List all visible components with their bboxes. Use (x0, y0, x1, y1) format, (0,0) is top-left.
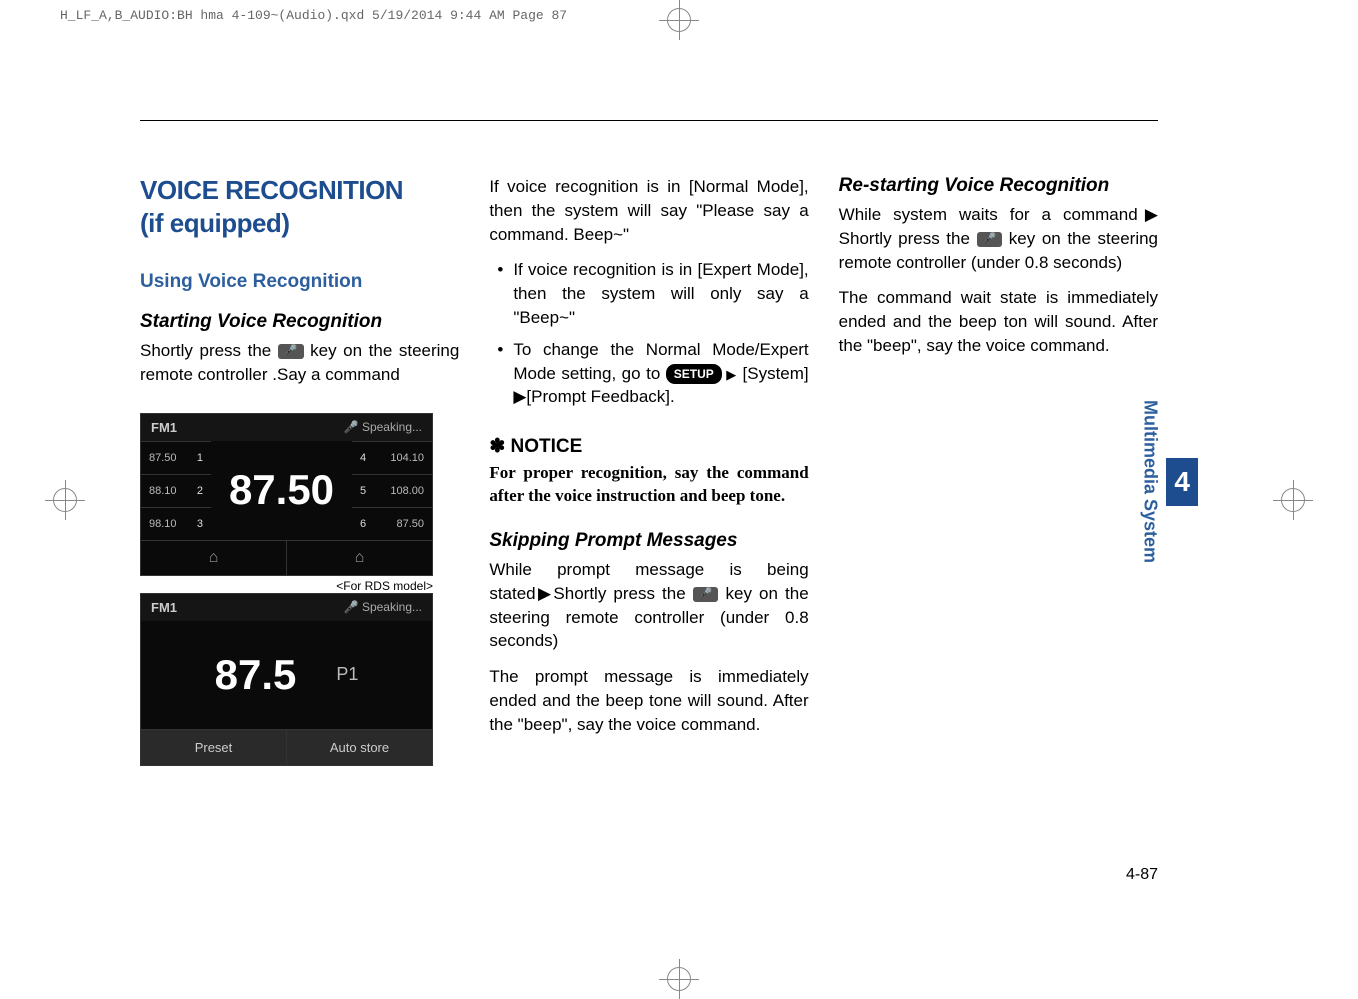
voice-key-icon: 🎤 (693, 587, 719, 602)
para-starting: Shortly press the 🎤 key on the steering … (140, 339, 459, 387)
bullet-change-mode: To change the Normal Mode/Expert Mode se… (489, 338, 808, 409)
rds-caption: <For RDS model> (140, 579, 433, 593)
bullet-expert-mode: If voice recognition is in [Expert Mode]… (489, 258, 808, 329)
setup-button-label: SETUP (666, 364, 722, 385)
horizontal-rule (140, 120, 1158, 121)
preset-cell: 4104.10 (352, 441, 432, 474)
column-1: VOICE RECOGNITION (if equipped) Using Vo… (140, 175, 459, 766)
section-title-line1: VOICE RECOGNITION (140, 175, 459, 206)
para-skipping-1: While prompt message is being stated▶Sho… (489, 558, 808, 653)
radio2-autostore-button: Auto store (287, 730, 432, 765)
chapter-tab: 4 Multimedia System (1133, 390, 1198, 573)
preset-cell: 88.102 (141, 474, 211, 507)
section-title-line2: (if equipped) (140, 208, 459, 239)
radio2-frequency: 87.5 (215, 651, 297, 699)
radio1-footer-icon-2: ⌂ (287, 541, 432, 575)
preset-cell: 5108.00 (352, 474, 432, 507)
radio1-footer-icon-1: ⌂ (141, 541, 287, 575)
radio1-left-presets: 87.501 88.102 98.103 (141, 441, 211, 540)
radio2-band: FM1 (151, 600, 177, 615)
radio1-main-frequency: 87.50 (211, 456, 352, 524)
para-normal-mode: If voice recognition is in [Normal Mode]… (489, 175, 808, 246)
crop-circle-top (667, 8, 691, 32)
radio2-speaking: 🎤 Speaking... (344, 600, 422, 614)
preset-cell: 98.103 (141, 507, 211, 540)
radio1-right-presets: 4104.10 5108.00 687.50 (352, 441, 432, 540)
radio-screenshot-1: FM1 🎤 Speaking... 87.501 88.102 98.103 8… (140, 413, 433, 576)
heading-skipping: Skipping Prompt Messages (489, 530, 808, 552)
para-restarting-1: While system waits for a command▶ Shortl… (839, 203, 1158, 274)
heading-starting-voice: Starting Voice Recognition (140, 311, 459, 333)
page-number: 4-87 (1126, 866, 1158, 884)
radio2-preset-button: Preset (141, 730, 287, 765)
preset-cell: 87.501 (141, 441, 211, 474)
radio1-speaking: 🎤 Speaking... (344, 420, 422, 434)
column-2: If voice recognition is in [Normal Mode]… (489, 175, 808, 766)
preset-cell: 687.50 (352, 507, 432, 540)
voice-key-icon: 🎤 (278, 344, 304, 359)
chapter-label: Multimedia System (1133, 390, 1166, 573)
notice-body: For proper recognition, say the command … (489, 462, 808, 508)
notice-star-icon: ✽ (489, 436, 505, 457)
para-starting-pre: Shortly press the (140, 341, 278, 360)
crop-circle-right (1281, 488, 1305, 512)
radio2-preset-label: P1 (336, 664, 358, 685)
voice-key-icon: 🎤 (977, 232, 1003, 247)
triangle-icon: ▶ (722, 367, 737, 382)
heading-restarting: Re-starting Voice Recognition (839, 175, 1158, 197)
notice-heading: ✽ NOTICE (489, 435, 808, 458)
notice-word: NOTICE (511, 436, 583, 457)
radio-screenshot-2: FM1 🎤 Speaking... 87.5 P1 Preset Auto st… (140, 593, 433, 766)
heading-using-voice: Using Voice Recognition (140, 271, 459, 293)
para-skipping-2: The prompt message is immediately ended … (489, 665, 808, 736)
crop-circle-bottom (667, 967, 691, 991)
file-header: H_LF_A,B_AUDIO:BH hma 4-109~(Audio).qxd … (60, 8, 567, 23)
chapter-number: 4 (1166, 458, 1198, 506)
para-restarting-2: The command wait state is immediately en… (839, 286, 1158, 357)
radio1-band: FM1 (151, 420, 177, 435)
crop-circle-left (53, 488, 77, 512)
column-3: Re-starting Voice Recognition While syst… (839, 175, 1158, 766)
